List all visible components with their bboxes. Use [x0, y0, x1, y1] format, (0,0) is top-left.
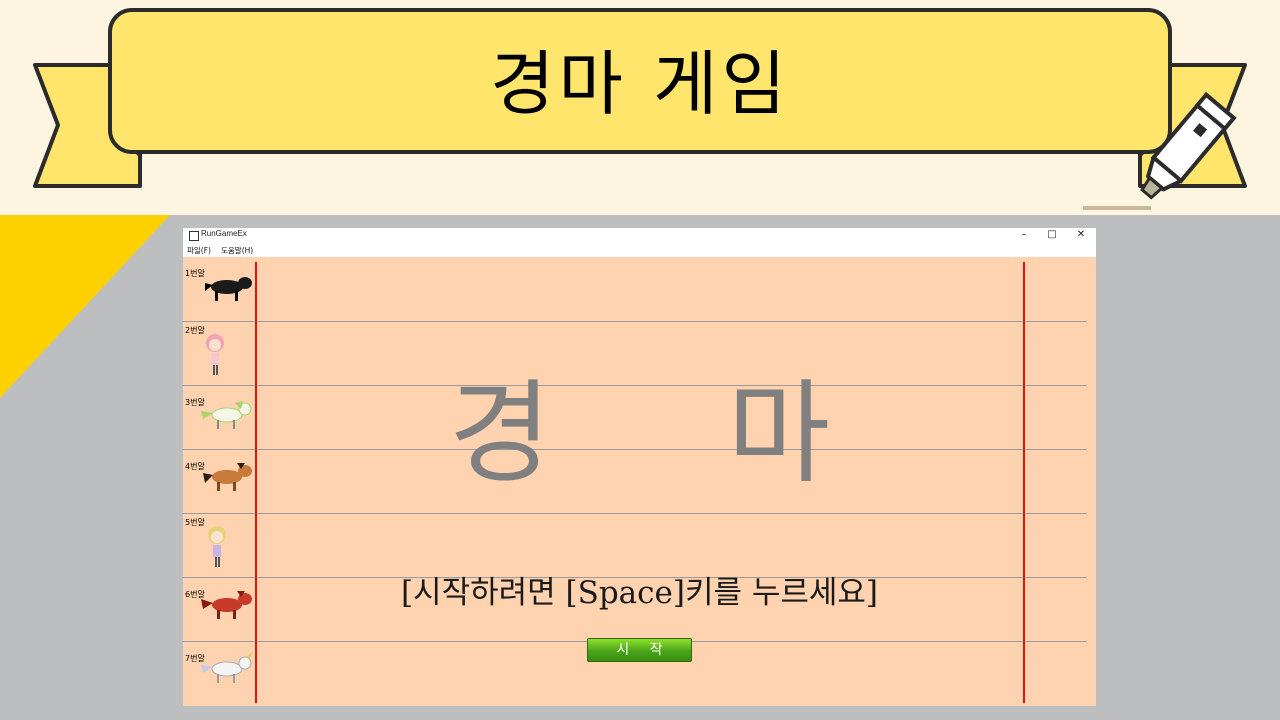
white-unicorn-icon — [201, 651, 253, 683]
app-window: RunGameEx – □ ✕ 파일(F) 도움말(H) 1번말 2번말 3번말… — [183, 228, 1096, 706]
lane-label-5: 5번말 — [185, 518, 205, 527]
title-bar[interactable]: RunGameEx – □ ✕ — [183, 228, 1096, 243]
close-button[interactable]: ✕ — [1067, 228, 1095, 243]
race-track[interactable]: 1번말 2번말 3번말 4번말 5번말 6번말 7번말 경 마 [시작하려면 [… — [183, 257, 1096, 706]
banner-title: 경마 게임 — [490, 42, 790, 125]
corner-triangle — [0, 215, 170, 398]
black-horse-icon — [205, 277, 252, 301]
app-icon — [189, 231, 199, 241]
menu-bar: 파일(F) 도움말(H) — [183, 243, 1096, 257]
lane-divider — [183, 321, 1087, 322]
start-hint: [시작하려면 [Space]키를 누르세요] — [400, 575, 879, 611]
window-title: RunGameEx — [201, 229, 247, 238]
game-title: 경 마 — [448, 369, 901, 499]
maximize-button[interactable]: □ — [1038, 228, 1066, 243]
lane-divider — [183, 513, 1087, 514]
blonde-girl-icon — [208, 526, 226, 567]
start-button[interactable]: 시 작 — [587, 638, 692, 662]
menu-file[interactable]: 파일(F) — [187, 245, 211, 256]
minimize-button[interactable]: – — [1010, 228, 1038, 243]
menu-help[interactable]: 도움말(H) — [221, 245, 253, 256]
lane-label-2: 2번말 — [185, 326, 205, 335]
